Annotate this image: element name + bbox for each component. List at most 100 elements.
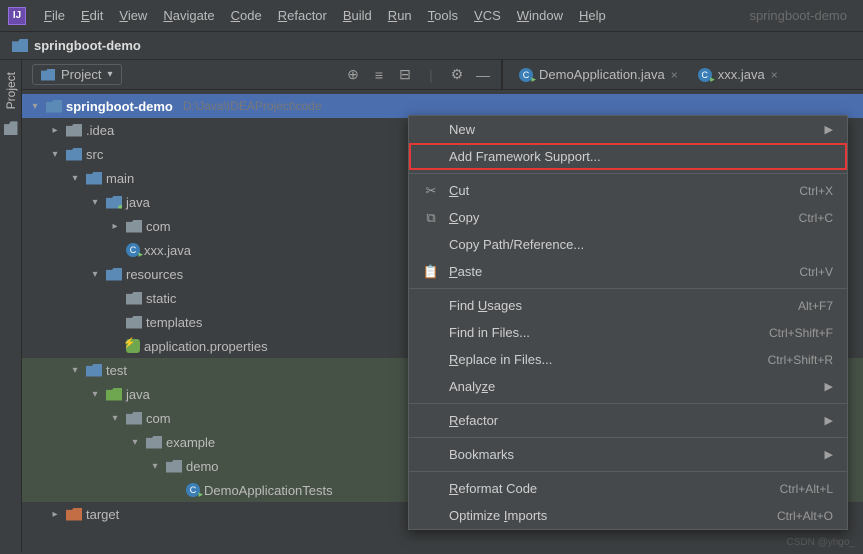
project-view-selector[interactable]: Project ▾	[32, 64, 122, 85]
context-menu: New▶Add Framework Support... ✂CutCtrl+X⧉C…	[408, 115, 848, 530]
tree-label: demo	[186, 459, 219, 474]
select-opened-file-icon[interactable]: ⊕	[345, 67, 361, 83]
menu-help[interactable]: Help	[571, 4, 614, 27]
expand-all-icon[interactable]: ≡	[371, 67, 387, 83]
test-folder-icon	[106, 388, 122, 401]
chevron-icon[interactable]	[128, 437, 142, 448]
menu-navigate[interactable]: Navigate	[155, 4, 222, 27]
chevron-right-icon: ▶	[825, 123, 833, 136]
paste-icon: 📋	[423, 264, 439, 280]
ctx-optimize-imports[interactable]: Optimize Imports Ctrl+Alt+O	[409, 502, 847, 529]
ctx-replace-in-files-[interactable]: Replace in Files...Ctrl+Shift+R	[409, 346, 847, 373]
close-icon[interactable]: ×	[671, 68, 678, 82]
menubar: IJ FileEditViewNavigateCodeRefactorBuild…	[0, 0, 863, 32]
menu-view[interactable]: View	[111, 4, 155, 27]
source-folder-icon	[106, 196, 122, 209]
folder-icon	[146, 436, 162, 449]
tree-label: java	[126, 195, 150, 210]
menu-tools[interactable]: Tools	[420, 4, 466, 27]
menu-code[interactable]: Code	[223, 4, 270, 27]
ctx-cut[interactable]: ✂CutCtrl+X	[409, 177, 847, 204]
tree-label: DemoApplicationTests	[204, 483, 333, 498]
ctx-label: Optimize Imports	[449, 508, 767, 523]
chevron-right-icon: ▶	[825, 380, 833, 393]
collapse-all-icon[interactable]: ⊟	[397, 67, 413, 83]
gear-icon[interactable]: ⚙	[449, 67, 465, 83]
close-icon[interactable]: ×	[771, 68, 778, 82]
side-tab-project[interactable]: Project	[4, 72, 18, 109]
chevron-right-icon: ▶	[825, 448, 833, 461]
menu-run[interactable]: Run	[380, 4, 420, 27]
menu-edit[interactable]: Edit	[73, 4, 111, 27]
ctx-label: Bookmarks	[449, 447, 815, 462]
folder-icon	[86, 172, 102, 185]
chevron-icon[interactable]	[108, 221, 122, 232]
separator	[409, 288, 847, 289]
ctx-new[interactable]: New▶	[409, 116, 847, 143]
tree-label: .idea	[86, 123, 114, 138]
shortcut: Ctrl+Shift+F	[769, 326, 833, 340]
ctx-copy-path-reference-[interactable]: Copy Path/Reference...	[409, 231, 847, 258]
chevron-icon[interactable]	[48, 509, 62, 520]
chevron-icon[interactable]	[88, 197, 102, 208]
ctx-bookmarks[interactable]: Bookmarks ▶	[409, 441, 847, 468]
chevron-icon[interactable]	[108, 413, 122, 424]
tree-label: java	[126, 387, 150, 402]
resources-folder-icon	[106, 268, 122, 281]
tree-label: main	[106, 171, 134, 186]
shortcut: Ctrl+Alt+L	[780, 482, 833, 496]
ctx-refactor[interactable]: Refactor▶	[409, 407, 847, 434]
tree-label: src	[86, 147, 103, 162]
folder-icon[interactable]	[4, 121, 18, 135]
editor-tabs: CDemoApplication.java×Cxxx.java×	[502, 60, 863, 90]
java-class-icon: C	[186, 483, 200, 497]
ctx-label: Replace in Files...	[449, 352, 758, 367]
chevron-icon[interactable]	[68, 173, 82, 184]
ctx-find-usages[interactable]: Find UsagesAlt+F7	[409, 292, 847, 319]
hide-icon[interactable]: —	[475, 67, 491, 83]
ctx-copy[interactable]: ⧉CopyCtrl+C	[409, 204, 847, 231]
breadcrumb-project[interactable]: springboot-demo	[34, 38, 141, 53]
editor-tab[interactable]: CDemoApplication.java×	[511, 63, 686, 86]
watermark: CSDN @yhgo_	[786, 537, 855, 548]
ctx-find-in-files-[interactable]: Find in Files...Ctrl+Shift+F	[409, 319, 847, 346]
divider: |	[423, 67, 439, 83]
tree-label: test	[106, 363, 127, 378]
menu-refactor[interactable]: Refactor	[270, 4, 335, 27]
ctx-paste[interactable]: 📋PasteCtrl+V	[409, 258, 847, 285]
shortcut: Alt+F7	[798, 299, 833, 313]
ctx-label: Copy	[449, 210, 789, 225]
shortcut: Ctrl+Alt+O	[777, 509, 833, 523]
ctx-label: Paste	[449, 264, 789, 279]
separator	[409, 173, 847, 174]
chevron-icon[interactable]	[48, 125, 62, 136]
chevron-icon[interactable]	[88, 389, 102, 400]
editor-tab[interactable]: Cxxx.java×	[690, 63, 786, 86]
folder-icon	[66, 148, 82, 161]
chevron-icon[interactable]	[148, 461, 162, 472]
chevron-icon[interactable]	[88, 269, 102, 280]
app-icon: IJ	[8, 7, 26, 25]
java-class-icon: C	[698, 68, 712, 82]
ctx-reformat-code[interactable]: Reformat CodeCtrl+Alt+L	[409, 475, 847, 502]
java-class-icon: C	[519, 68, 533, 82]
folder-icon	[41, 69, 55, 81]
menu-window[interactable]: Window	[509, 4, 571, 27]
breadcrumb: springboot-demo	[0, 32, 863, 60]
folder-icon	[12, 39, 28, 52]
ctx-add-framework-support-[interactable]: Add Framework Support...	[409, 143, 847, 170]
tree-label: templates	[146, 315, 202, 330]
chevron-icon[interactable]	[68, 365, 82, 376]
chevron-icon[interactable]	[48, 149, 62, 160]
menu-file[interactable]: File	[36, 4, 73, 27]
separator	[409, 471, 847, 472]
menu-vcs[interactable]: VCS	[466, 4, 509, 27]
tree-label: com	[146, 219, 171, 234]
chevron-down-icon[interactable]	[28, 101, 42, 112]
tool-window-stripe[interactable]: Project	[0, 60, 22, 552]
tree-label: target	[86, 507, 119, 522]
excluded-folder-icon	[66, 508, 82, 521]
ctx-analyze[interactable]: Analyze▶	[409, 373, 847, 400]
menu-build[interactable]: Build	[335, 4, 380, 27]
folder-icon	[126, 412, 142, 425]
